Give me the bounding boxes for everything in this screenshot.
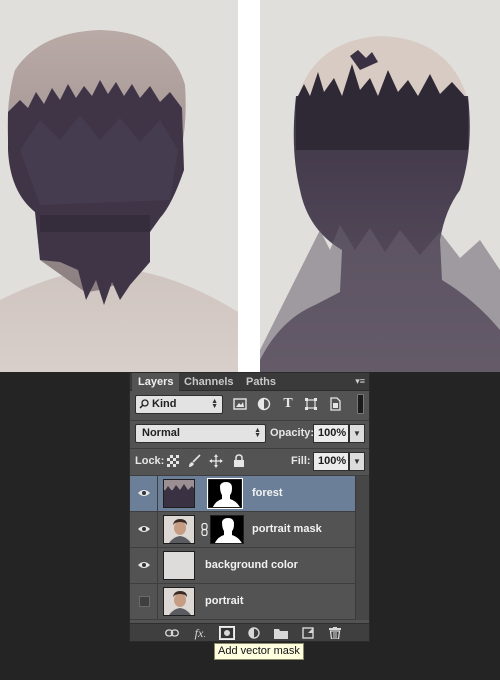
mask-link-chain-icon[interactable] [201,522,208,537]
blend-mode-select[interactable]: Normal ▲ ▼ [135,424,266,443]
new-layer-icon[interactable] [300,626,316,640]
shape-filter-icon[interactable] [304,397,318,411]
stepper-arrows-icon: ▲ ▼ [254,427,261,439]
fill-dropdown-button[interactable]: ▼ [349,452,365,471]
filter-kind-label: Kind [152,398,177,410]
visibility-cell[interactable] [130,584,158,619]
search-icon [139,399,149,409]
visibility-off-box[interactable] [139,596,150,607]
blend-row: Normal ▲ ▼ Opacity: 100% ▼ [130,421,369,447]
fill-label: Fill: [291,455,311,467]
lock-row: Lock: Fill: 100% ▼ [130,449,369,475]
eye-icon[interactable] [138,525,150,533]
new-group-icon[interactable] [273,626,289,640]
tab-channels[interactable]: Channels [178,373,240,391]
layers-panel: Layers Channels Paths ▾≡ Kind ▲ ▼ T Norm… [129,372,370,642]
layers-scrollbar[interactable] [355,476,369,620]
visibility-cell[interactable] [130,548,158,583]
opacity-input[interactable]: 100% [313,424,349,443]
layer-mask-thumbnail[interactable] [210,515,244,544]
tab-paths[interactable]: Paths [240,373,282,391]
smart-object-filter-icon[interactable] [328,397,342,411]
lock-position-icon[interactable] [209,453,223,469]
layer-name: forest [252,487,283,499]
lock-label: Lock: [135,455,165,467]
filter-row: Kind ▲ ▼ T [130,392,369,420]
tooltip-add-vector-mask: Add vector mask [214,643,304,660]
layer-thumbnail[interactable] [163,479,195,508]
type-filter-icon[interactable]: T [281,397,295,411]
trash-icon[interactable] [327,626,343,640]
visibility-cell[interactable] [130,512,158,547]
lock-transparent-pixels-icon[interactable] [166,453,180,469]
artwork-right [260,0,500,372]
layer-name: portrait [205,595,244,607]
image-divider [238,0,260,372]
layer-row-forest[interactable]: forest [130,476,369,512]
lock-all-icon[interactable] [232,453,246,469]
artwork-left [0,0,238,372]
double-exposure-left-image [0,30,238,372]
filter-toggle-switch[interactable] [357,394,364,414]
layer-thumbnail[interactable] [163,587,195,616]
layer-row-portrait[interactable]: portrait [130,584,369,620]
add-mask-icon[interactable] [219,626,235,640]
tab-layers[interactable]: Layers [132,373,180,392]
pixel-filter-icon[interactable] [233,397,247,411]
panel-menu-icon[interactable]: ▾≡ [351,376,365,387]
fx-icon[interactable]: fx. [192,626,208,640]
layers-list: forest portrait mask background color po… [130,476,369,620]
lock-image-pixels-icon[interactable] [187,453,201,469]
layer-thumbnail[interactable] [163,551,195,580]
panel-footer: fx. [130,623,369,641]
stepper-arrows-icon: ▲ ▼ [211,398,218,410]
layer-row-background-color[interactable]: background color [130,548,369,584]
adjustment-filter-icon[interactable] [257,397,271,411]
adjustment-layer-icon[interactable] [246,626,262,640]
link-layers-icon[interactable] [164,626,180,640]
panel-tab-bar: Layers Channels Paths ▾≡ [130,373,369,392]
eye-icon[interactable] [138,489,150,497]
layer-thumbnail[interactable] [163,515,195,544]
double-exposure-right-image [260,36,500,372]
layer-mask-thumbnail[interactable] [207,478,243,509]
opacity-dropdown-button[interactable]: ▼ [349,424,365,443]
layer-name: background color [205,559,298,571]
visibility-cell[interactable] [130,476,158,511]
layer-name: portrait mask [252,523,322,535]
fill-input[interactable]: 100% [313,452,349,471]
layer-row-portrait-mask[interactable]: portrait mask [130,512,369,548]
filter-kind-select[interactable]: Kind ▲ ▼ [135,395,223,414]
opacity-label: Opacity: [270,427,315,439]
eye-icon[interactable] [138,561,150,569]
blend-mode-value: Normal [142,427,180,439]
